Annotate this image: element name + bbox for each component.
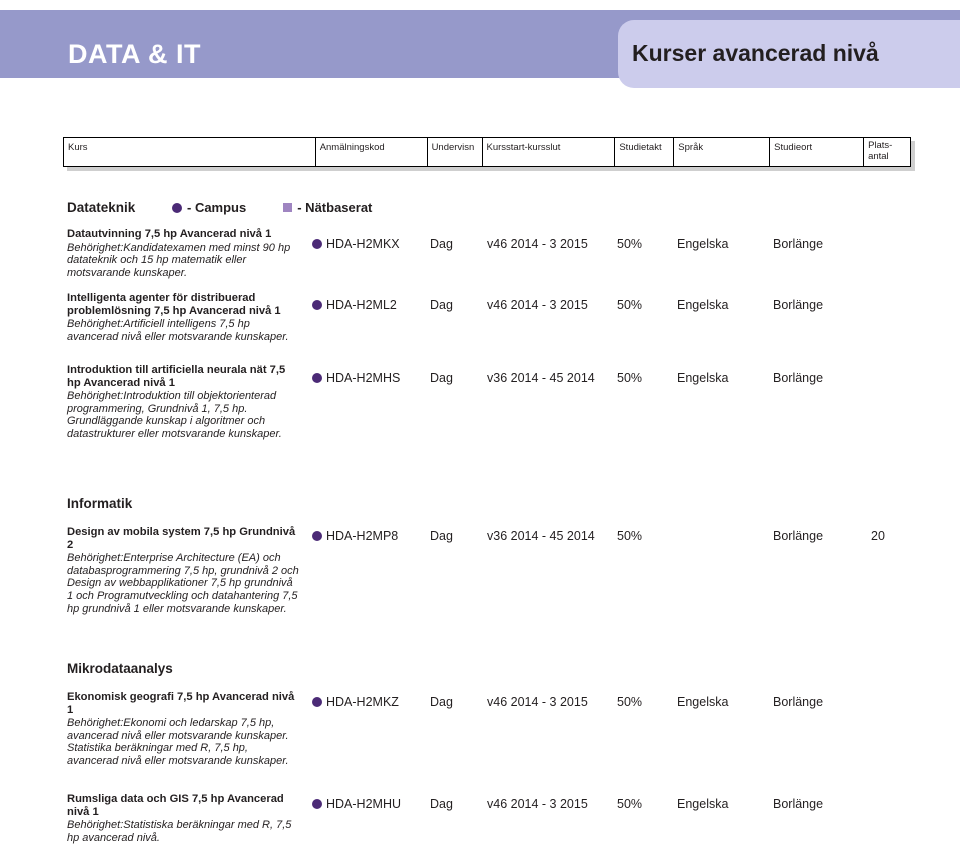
- row-cell-sprak: Engelska: [677, 237, 729, 251]
- row-cell-kursstart: v36 2014 - 45 2014: [487, 529, 595, 543]
- row-cell-sprak: Engelska: [677, 797, 729, 811]
- row-cell-undervisn: Dag: [430, 298, 453, 312]
- column-header-sprak: Språk: [674, 138, 771, 166]
- campus-dot-icon: [172, 202, 182, 213]
- table-row[interactable]: HDA-H2MHU Dag v46 2014 - 3 2015 50% Engelska…: [312, 796, 922, 812]
- row-cell-studietakt: 50%: [617, 695, 643, 709]
- row-cell-anmalningskod: HDA-H2MKX: [326, 237, 400, 251]
- table-row[interactable]: HDA-H2MHS Dag v36 2014 - 45 2014 50% Engelsk…: [312, 370, 922, 386]
- row-cell-undervisn: Dag: [430, 371, 453, 385]
- row-cell-sprak: Engelska: [677, 298, 729, 312]
- row-cell-sprak: Engelska: [677, 371, 729, 385]
- row-cell-kursstart: v46 2014 - 3 2015: [487, 797, 588, 811]
- course-title: Datautvinning 7,5 hp Avancerad nivå 1: [67, 228, 272, 240]
- row-study-form-marker: [312, 697, 326, 707]
- course-title: Intelligenta agenter för distribuerad pr…: [67, 292, 281, 317]
- section-heading: Informatik: [67, 496, 133, 511]
- column-header-table: Kurs Anmälningskod Undervisn Kursstart-k…: [63, 137, 911, 167]
- row-cell-platsantal: 20: [871, 529, 885, 543]
- row-cell-anmalningskod: HDA-H2MP8: [326, 529, 399, 543]
- row-cell-studietakt: 50%: [617, 797, 643, 811]
- row-study-form-marker: [312, 531, 326, 541]
- row-cell-kursstart: v46 2014 - 3 2015: [487, 695, 588, 709]
- course-description: Datautvinning 7,5 hp Avancerad nivå 1 Beh…: [67, 228, 299, 279]
- row-study-form-marker: [312, 300, 326, 310]
- course-requirement: Behörighet:Statistiska beräkningar med R…: [67, 819, 292, 844]
- section-heading: Datateknik: [67, 200, 136, 215]
- campus-dot-icon: [312, 300, 322, 310]
- course-description: Design av mobila system 7,5 hp Grundnivå…: [67, 526, 299, 615]
- row-cell-studieort: Borlänge: [773, 695, 824, 709]
- row-cell-kursstart: v46 2014 - 3 2015: [487, 298, 588, 312]
- campus-dot-icon: [312, 799, 322, 809]
- legend: - Campus - Nätbaserat: [172, 200, 372, 215]
- page-title: DATA & IT: [68, 39, 201, 69]
- header-chip-label: Kurser avancerad nivå: [632, 40, 879, 66]
- row-cell-sprak: Engelska: [677, 695, 729, 709]
- campus-dot-icon: [312, 697, 322, 707]
- natbaserat-square-icon: [283, 203, 293, 212]
- row-cell-kursstart: v36 2014 - 45 2014: [487, 371, 595, 385]
- course-description: Introduktion till artificiella neurala n…: [67, 364, 299, 441]
- row-cell-studieort: Borlänge: [773, 371, 824, 385]
- row-cell-studietakt: 50%: [617, 529, 643, 543]
- row-cell-kursstart: v46 2014 - 3 2015: [487, 237, 588, 251]
- header-chip: Kurser avancerad nivå: [618, 20, 960, 88]
- row-cell-anmalningskod: HDA-H2MHU: [326, 797, 401, 811]
- column-header-kursstart: Kursstart-kursslut: [483, 138, 616, 166]
- table-row[interactable]: HDA-H2ML2 Dag v46 2014 - 3 2015 50% Engelska…: [312, 297, 922, 313]
- row-cell-undervisn: Dag: [430, 695, 453, 709]
- row-study-form-marker: [312, 373, 326, 383]
- row-cell-undervisn: Dag: [430, 529, 453, 543]
- column-header-anmalningskod: Anmälningskod: [316, 138, 428, 166]
- legend-campus: - Campus: [172, 200, 246, 215]
- legend-campus-label: - Campus: [187, 200, 247, 215]
- row-study-form-marker: [312, 239, 326, 249]
- course-requirement: Behörighet:Artificiell intelligens 7,5 h…: [67, 318, 289, 343]
- campus-dot-icon: [312, 531, 322, 541]
- legend-natbaserat: - Nätbaserat: [283, 200, 372, 215]
- row-cell-undervisn: Dag: [430, 237, 453, 251]
- course-requirement: Behörighet:Kandidatexamen med minst 90 h…: [67, 241, 291, 279]
- course-requirement: Behörighet:Enterprise Architecture (EA) …: [67, 552, 299, 615]
- table-row[interactable]: HDA-H2MP8 Dag v36 2014 - 45 2014 50% Borläng…: [312, 528, 922, 544]
- row-cell-studieort: Borlänge: [773, 298, 824, 312]
- column-header-kurs: Kurs: [64, 138, 316, 166]
- row-cell-anmalningskod: HDA-H2MKZ: [326, 695, 399, 709]
- course-requirement: Behörighet:Ekonomi och ledarskap 7,5 hp,…: [67, 717, 289, 767]
- course-description: Rumsliga data och GIS 7,5 hp Avancerad n…: [67, 793, 299, 844]
- row-cell-anmalningskod: HDA-H2MHS: [326, 371, 401, 385]
- row-cell-studieort: Borlänge: [773, 797, 824, 811]
- table-row[interactable]: HDA-H2MKZ Dag v46 2014 - 3 2015 50% Engelska…: [312, 694, 922, 710]
- column-header-platsantal: Plats- antal: [868, 140, 893, 162]
- row-cell-studieort: Borlänge: [773, 529, 824, 543]
- course-title: Design av mobila system 7,5 hp Grundnivå…: [67, 526, 296, 551]
- course-description: Intelligenta agenter för distribuerad pr…: [67, 292, 299, 343]
- table-row[interactable]: HDA-H2MKX Dag v46 2014 - 3 2015 50% Engelska…: [312, 236, 922, 252]
- course-title: Ekonomisk geografi 7,5 hp Avancerad nivå…: [67, 691, 295, 716]
- row-cell-undervisn: Dag: [430, 797, 453, 811]
- page-header-bar: DATA & IT Kurser avancerad nivå: [0, 10, 960, 88]
- course-requirement: Behörighet:Introduktion till objektorien…: [67, 390, 282, 440]
- campus-dot-icon: [312, 373, 322, 383]
- row-cell-anmalningskod: HDA-H2ML2: [326, 298, 397, 312]
- course-title: Rumsliga data och GIS 7,5 hp Avancerad n…: [67, 793, 284, 818]
- row-cell-studietakt: 50%: [617, 237, 643, 251]
- section-heading: Mikrodataanalys: [67, 661, 173, 676]
- course-title: Introduktion till artificiella neurala n…: [67, 364, 286, 389]
- column-header-studieort: Studieort: [770, 138, 865, 166]
- row-cell-studietakt: 50%: [617, 371, 643, 385]
- column-header-undervisn: Undervisn: [428, 138, 483, 166]
- row-cell-studietakt: 50%: [617, 298, 643, 312]
- row-cell-studieort: Borlänge: [773, 237, 824, 251]
- row-study-form-marker: [312, 799, 326, 809]
- campus-dot-icon: [312, 239, 322, 249]
- legend-natbaserat-label: - Nätbaserat: [297, 200, 373, 215]
- course-description: Ekonomisk geografi 7,5 hp Avancerad nivå…: [67, 691, 299, 768]
- column-header-studietakt: Studietakt: [615, 138, 675, 166]
